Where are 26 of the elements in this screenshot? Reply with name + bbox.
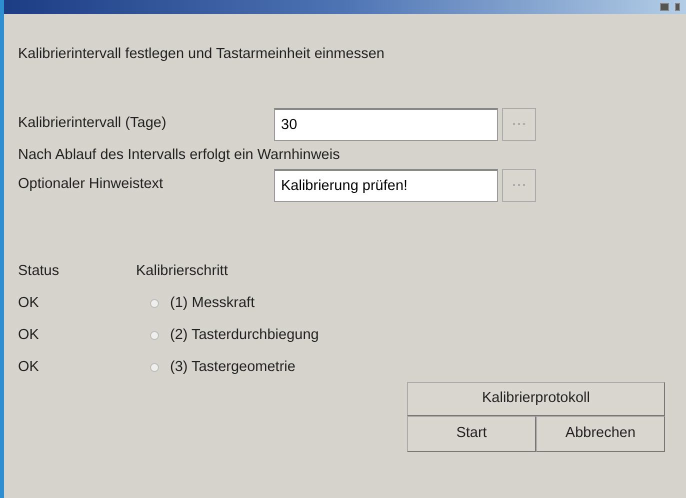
column-header: Status [18, 262, 60, 281]
radio-button[interactable] [150, 363, 159, 372]
step-label: (2) Tasterdurchbiegung [170, 326, 319, 345]
cancel-button[interactable]: Abbrechen [536, 416, 665, 452]
step-label: (3) Tastergeometrie [170, 358, 296, 377]
radio-button[interactable] [150, 299, 159, 308]
dialog-heading: Kalibrierintervall festlegen und Tastarmeinheit einmessen [18, 45, 386, 64]
field-label: Kalibrierintervall (Tage) [18, 114, 168, 134]
dots-button[interactable] [502, 168, 536, 202]
minimize-button[interactable] [660, 3, 669, 11]
protocol-button[interactable]: Kalibrierprotokoll [407, 382, 665, 416]
status-text: OK [18, 326, 40, 345]
close-button[interactable] [675, 3, 680, 11]
radio-button[interactable] [150, 331, 159, 340]
dots-button[interactable] [502, 108, 536, 141]
step-label: (1) Messkraft [170, 294, 255, 313]
dots-icon [513, 184, 525, 186]
field-label: Optionaler Hinweistext [18, 175, 164, 194]
input-field[interactable]: 30 [274, 108, 498, 141]
status-text: OK [18, 294, 40, 313]
column-header: Kalibrierschritt [136, 262, 228, 281]
start-button[interactable]: Start [407, 416, 536, 452]
status-text: OK [18, 358, 40, 377]
dots-icon [513, 122, 525, 126]
input-field[interactable]: Kalibrierung prüfen! [274, 168, 498, 202]
hint-text: Nach Ablauf des Intervalls erfolgt ein Warnhinweis [18, 146, 341, 165]
